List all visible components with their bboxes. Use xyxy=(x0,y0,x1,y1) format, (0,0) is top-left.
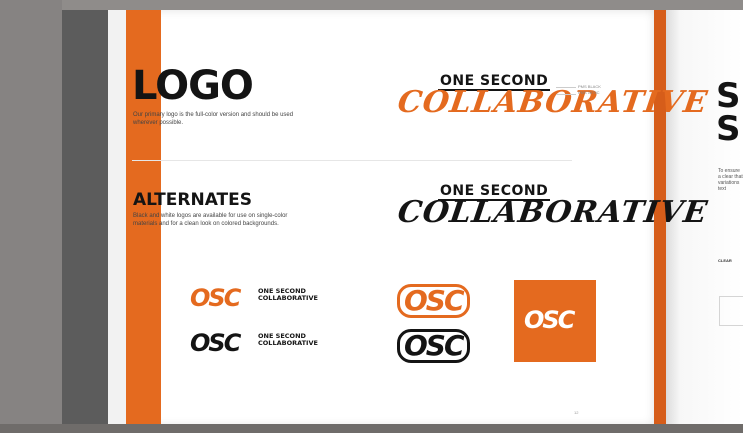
logo-description: Our primary logo is the full-color versi… xyxy=(133,112,294,126)
osc-badge-orange: OSC xyxy=(397,284,470,318)
pms-leader-line xyxy=(556,87,576,88)
stack-line-2: COLLABORATIVE xyxy=(258,293,318,302)
stacked-wordmark: ONE SECOND COLLABORATIVE xyxy=(258,333,318,347)
primary-logo-lockup: ONE SECOND COLLABORATIVE xyxy=(395,72,711,120)
osc-monogram-black: OSC xyxy=(190,329,241,357)
osc-monogram-white: OSC xyxy=(524,306,575,334)
right-title-line-1: S xyxy=(716,76,741,116)
logo-heading: LOGO xyxy=(132,63,254,109)
background-bottom xyxy=(0,424,743,433)
lockup-collaborative: COLLABORATIVE xyxy=(395,85,711,120)
alternates-heading: ALTERNATES xyxy=(133,190,252,210)
stacked-wordmark: ONE SECOND COLLABORATIVE xyxy=(258,288,318,302)
lockup-collaborative: COLLABORATIVE xyxy=(395,195,711,230)
clearspace-diagram xyxy=(719,296,743,326)
osc-monogram-orange: OSC xyxy=(190,284,241,312)
alternates-description: Black and white logos are available for … xyxy=(133,213,288,227)
white-gap xyxy=(108,10,126,426)
right-title-line-2: S xyxy=(716,109,741,150)
grey-band xyxy=(62,10,108,426)
page-number: 12 xyxy=(574,410,579,415)
background-left xyxy=(0,0,62,433)
alternate-logo-lockup: ONE SECOND COLLABORATIVE xyxy=(395,182,711,230)
right-page-title: S S xyxy=(716,76,741,150)
section-divider xyxy=(132,160,572,161)
stack-line-2: COLLABORATIVE xyxy=(258,338,318,347)
pms-labels: PMS BLACK PMS 1675C xyxy=(578,84,601,97)
pms-leader-line xyxy=(556,94,576,95)
pms-label-orange: PMS 1675C xyxy=(578,90,600,96)
osc-badge-black: OSC xyxy=(397,329,470,363)
right-page-text: To ensure a clear that variations text xyxy=(718,168,743,192)
clearspace-label: CLEAR xyxy=(718,258,732,263)
